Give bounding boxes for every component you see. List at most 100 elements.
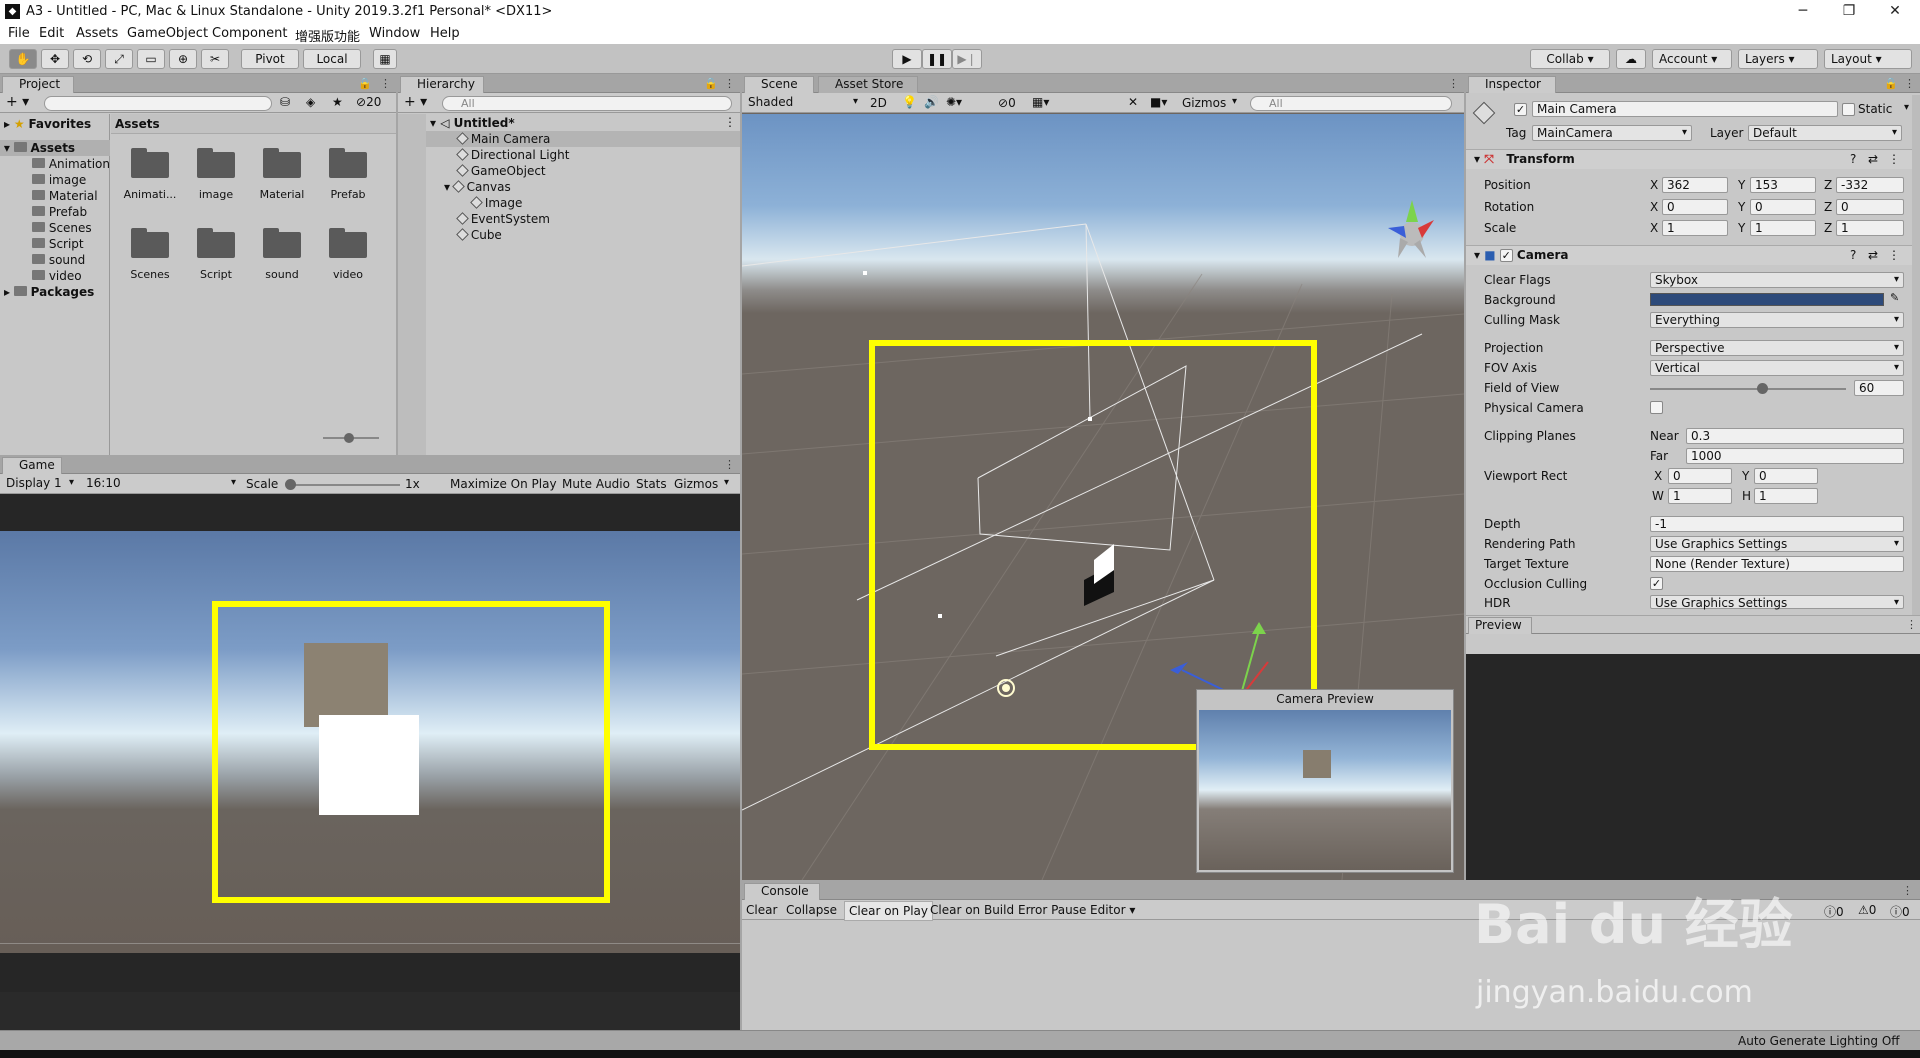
layer-dropdown[interactable]: Default [1748, 125, 1902, 141]
hidden-count-icon[interactable]: ⊘20 [356, 95, 381, 109]
menu-window[interactable]: Window [369, 26, 420, 41]
stats-toggle[interactable]: Stats [636, 477, 667, 491]
hidden-objects-icon[interactable]: ⊘0 [998, 96, 1016, 110]
error-pause-button[interactable]: Error Pause [1018, 903, 1086, 917]
mode-2d-toggle[interactable]: 2D [870, 96, 887, 110]
viewport-y-input[interactable]: 0 [1754, 468, 1818, 484]
hierarchy-item-canvas[interactable]: ▾ Canvas [444, 179, 511, 195]
create-plus-icon[interactable]: + ▾ [6, 94, 29, 110]
fov-input[interactable]: 60 [1854, 380, 1904, 396]
folder-icon[interactable] [329, 226, 367, 258]
error-count[interactable]: ⓘ0 [1890, 903, 1910, 920]
clear-on-build-button[interactable]: Clear on Build [930, 903, 1014, 917]
hdr-dropdown[interactable]: Use Graphics Settings [1650, 595, 1904, 610]
favorite-star-icon[interactable]: ★ [332, 95, 343, 109]
pause-button[interactable]: ❚❚ [922, 49, 952, 69]
tab-project[interactable]: Project [2, 76, 74, 93]
lighting-icon[interactable]: 💡 [902, 95, 917, 109]
hierarchy-item-eventsystem[interactable]: EventSystem [456, 211, 550, 227]
viewport-h-input[interactable]: 1 [1754, 488, 1818, 504]
snap-icon[interactable]: ▦ [373, 49, 397, 69]
scene-search-input[interactable]: All [1250, 96, 1452, 111]
hierarchy-item-cube[interactable]: Cube [456, 227, 502, 243]
folder-icon[interactable] [329, 146, 367, 178]
lock-icon[interactable]: 🔒 [1884, 77, 1898, 90]
tab-asset-store[interactable]: Asset Store [818, 76, 918, 93]
tab-inspector[interactable]: Inspector [1468, 76, 1556, 93]
gizmos-dropdown-icon[interactable]: ▾ [724, 477, 729, 488]
local-button[interactable]: Local [303, 49, 361, 69]
folder-icon[interactable] [131, 146, 169, 178]
create-plus-icon[interactable]: + ▾ [404, 94, 427, 110]
clear-button[interactable]: Clear [746, 903, 777, 917]
collab-button[interactable]: Collab ▾ [1530, 49, 1610, 69]
editor-dropdown[interactable]: Editor ▾ [1090, 903, 1135, 917]
play-button[interactable]: ▶ [892, 49, 922, 69]
scene-menu-icon[interactable]: ⋮ [724, 115, 736, 129]
menu-component[interactable]: Component [212, 26, 287, 41]
occlusion-culling-checkbox[interactable]: ✓ [1650, 577, 1663, 590]
rotate-tool-icon[interactable]: ⟲ [73, 49, 101, 69]
scale-slider-thumb[interactable] [285, 479, 296, 490]
folder-icon[interactable] [131, 226, 169, 258]
inspector-scrollbar[interactable] [1912, 95, 1920, 615]
aspect-dropdown[interactable]: 16:10 [82, 476, 240, 492]
component-menu-icon[interactable]: ⋮ [1888, 152, 1900, 166]
layers-dropdown[interactable]: Layers ▾ [1738, 49, 1818, 69]
tab-game[interactable]: Game [2, 457, 62, 474]
camera-icon[interactable]: ■▾ [1150, 95, 1167, 109]
panel-menu-icon[interactable]: ⋮ [724, 77, 735, 90]
panel-menu-icon[interactable]: ⋮ [1902, 884, 1913, 897]
static-checkbox[interactable] [1842, 103, 1855, 116]
minimize-icon[interactable]: ─ [1780, 0, 1826, 24]
camera-enabled-checkbox[interactable]: ✓ [1499, 249, 1513, 262]
static-dropdown-icon[interactable]: ▾ [1904, 102, 1909, 113]
custom-tool-icon[interactable]: ✂ [201, 49, 229, 69]
folder-icon[interactable] [263, 146, 301, 178]
layout-dropdown[interactable]: Layout ▾ [1824, 49, 1912, 69]
hierarchy-item-image[interactable]: Image [470, 195, 522, 211]
scene-view[interactable]: Camera Preview [742, 114, 1464, 880]
near-input[interactable]: 0.3 [1686, 428, 1904, 444]
warning-count[interactable]: ⚠0 [1858, 903, 1876, 917]
scene-root[interactable]: ▾ ◁ Untitled* [430, 115, 515, 131]
eyedropper-icon[interactable]: ✎ [1890, 291, 1899, 304]
panel-menu-icon[interactable]: ⋮ [1448, 77, 1459, 90]
projection-dropdown[interactable]: Perspective [1650, 340, 1904, 356]
fov-axis-dropdown[interactable]: Vertical [1650, 360, 1904, 376]
hierarchy-search-input[interactable]: All [442, 96, 732, 111]
filter-type-icon[interactable]: ⛁ [280, 95, 290, 109]
hand-tool-icon[interactable]: ✋ [9, 49, 37, 69]
lock-icon[interactable]: 🔒 [704, 77, 718, 90]
scale-slider[interactable] [290, 484, 400, 486]
physical-camera-checkbox[interactable] [1650, 401, 1663, 414]
gizmos-toggle[interactable]: Gizmos [1182, 96, 1226, 110]
scale-z-input[interactable]: 1 [1836, 220, 1904, 236]
position-y-input[interactable]: 153 [1750, 177, 1816, 193]
help-icon[interactable]: ? [1850, 152, 1856, 166]
component-menu-icon[interactable]: ⋮ [1888, 248, 1900, 262]
panel-menu-icon[interactable]: ⋮ [1904, 77, 1915, 90]
rotation-y-input[interactable]: 0 [1750, 199, 1816, 215]
gizmos-toggle[interactable]: Gizmos [674, 477, 718, 491]
tree-item-scenes[interactable]: Scenes [32, 220, 92, 236]
tree-item-sound[interactable]: sound [32, 252, 85, 268]
panel-menu-icon[interactable]: ⋮ [724, 458, 735, 471]
icon-size-slider-thumb[interactable] [344, 433, 354, 443]
tree-item-video[interactable]: video [32, 268, 82, 284]
help-icon[interactable]: ? [1850, 248, 1856, 262]
rendering-path-dropdown[interactable]: Use Graphics Settings [1650, 536, 1904, 552]
hierarchy-item-directional-light[interactable]: Directional Light [456, 147, 570, 163]
folder-icon[interactable] [263, 226, 301, 258]
background-color-swatch[interactable] [1650, 293, 1884, 306]
tree-item-prefab[interactable]: Prefab [32, 204, 87, 220]
gizmos-dropdown-icon[interactable]: ▾ [1232, 96, 1237, 107]
target-texture-field[interactable]: None (Render Texture) [1650, 556, 1904, 572]
move-tool-icon[interactable]: ✥ [41, 49, 69, 69]
position-x-input[interactable]: 362 [1662, 177, 1728, 193]
grid-icon[interactable]: ▦▾ [1032, 95, 1049, 109]
tree-assets[interactable]: ▾ Assets [0, 140, 110, 156]
camera-preview-window[interactable]: Camera Preview [1196, 689, 1454, 873]
tab-scene[interactable]: Scene [744, 76, 814, 93]
menu-enhanced[interactable]: 增强版功能 [295, 26, 360, 45]
